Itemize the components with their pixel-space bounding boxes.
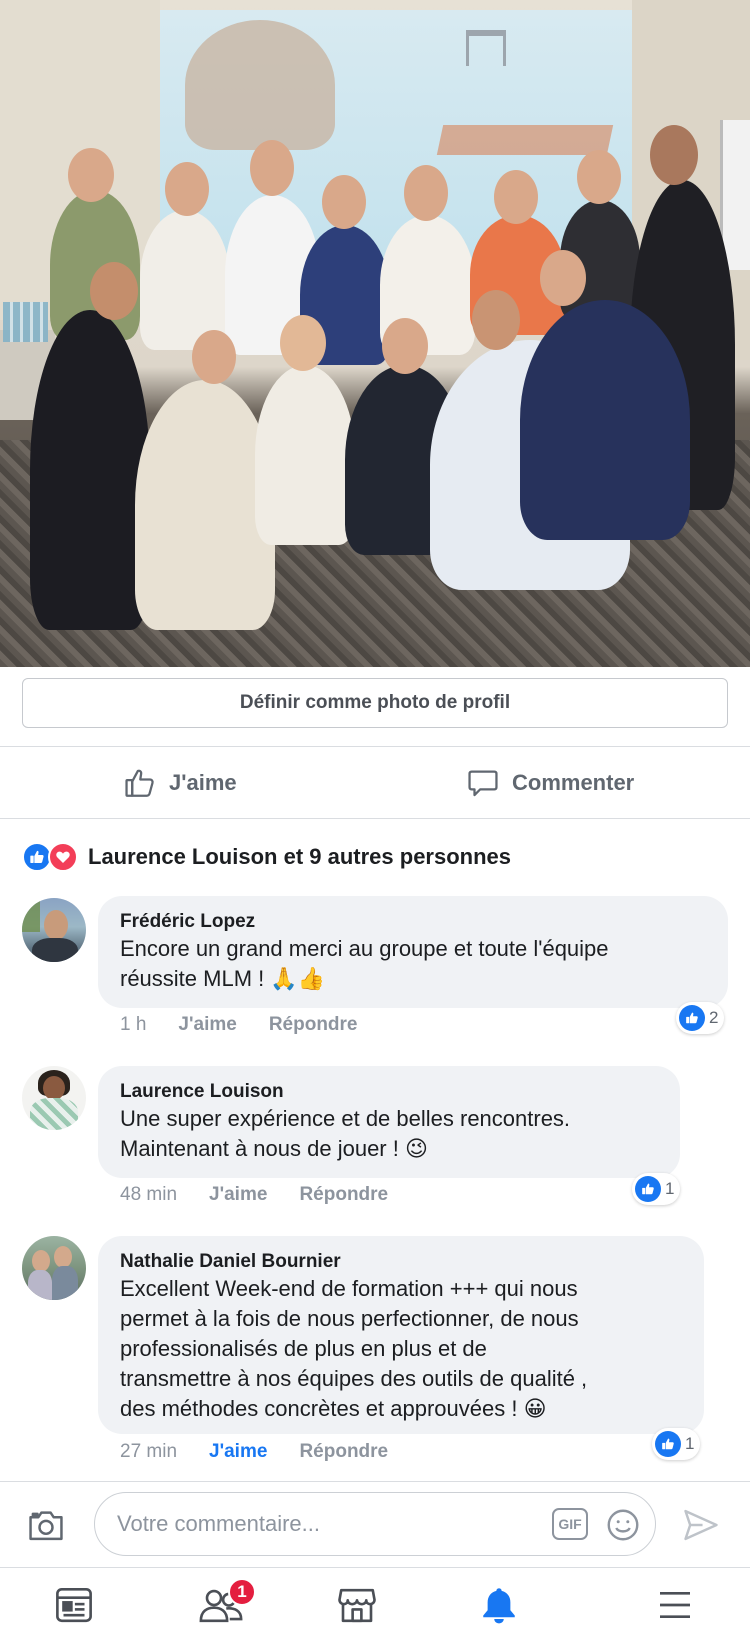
comment-text-line: professionalisés de plus en plus et de (120, 1336, 487, 1361)
comment-text-line: Excellent Week-end de formation +++ qui … (120, 1276, 578, 1301)
photo-projected-speaker (185, 20, 335, 150)
comment-text-line: transmettre à nos équipes des outils de … (120, 1366, 588, 1391)
photo-face (192, 330, 236, 384)
photo-face (404, 165, 448, 221)
comment-reply-link[interactable]: Répondre (299, 1184, 388, 1206)
comment-button-label: Commenter (512, 770, 635, 795)
friends-notification-badge: 1 (228, 1578, 256, 1606)
sticker-smiley-icon[interactable] (605, 1507, 641, 1543)
photo-person (255, 365, 355, 545)
camera-icon[interactable] (27, 1508, 65, 1542)
comment-like-link[interactable]: J'aime (178, 1014, 236, 1036)
comment-time: 27 min (120, 1441, 178, 1462)
divider (0, 746, 750, 747)
like-button[interactable]: J'aime (123, 760, 237, 806)
comment-bubble[interactable]: Nathalie Daniel Bournier Excellent Week-… (98, 1236, 704, 1434)
divider (0, 818, 750, 819)
commenter-avatar[interactable] (22, 898, 86, 962)
commenter-avatar[interactable] (22, 1066, 86, 1130)
notifications-bell-icon[interactable] (478, 1584, 520, 1626)
photo-face (540, 250, 586, 306)
photo-face (280, 315, 326, 371)
news-feed-icon[interactable] (53, 1584, 95, 1626)
photo-logo-mark (466, 30, 506, 66)
menu-hamburger-icon[interactable] (655, 1584, 695, 1626)
comment-text-line: Encore un grand merci au groupe et toute… (120, 936, 609, 961)
marketplace-icon[interactable] (336, 1584, 378, 1626)
comment-like-count[interactable]: 1 (652, 1428, 701, 1460)
comment-bubble[interactable]: Frédéric Lopez Encore un grand merci au … (98, 896, 728, 1008)
like-reaction-icon (635, 1176, 661, 1202)
bottom-tab-bar: 1 (0, 1568, 750, 1645)
comment-input[interactable] (117, 1505, 517, 1543)
like-count-value: 2 (709, 1008, 719, 1027)
photo-person (30, 310, 150, 630)
post-photo[interactable] (0, 0, 750, 667)
gif-button[interactable]: GIF (552, 1508, 588, 1540)
comment-time: 48 min (120, 1184, 178, 1205)
set-as-profile-photo-button[interactable]: Définir comme photo de profil (22, 678, 728, 728)
photo-face (577, 150, 621, 204)
comment-like-count[interactable]: 2 (676, 1002, 725, 1034)
like-reaction-icon (655, 1431, 681, 1457)
like-count-value: 1 (685, 1434, 695, 1453)
photo-face (165, 162, 209, 216)
comment-meta: 48 min J'aime Répondre (120, 1184, 388, 1206)
photo-person (135, 380, 275, 630)
comment-text-line: Une super expérience et de belles rencon… (120, 1106, 571, 1131)
comment-time: 1 h (120, 1014, 147, 1035)
photo-person (140, 210, 230, 350)
like-count-value: 1 (665, 1179, 675, 1198)
photo-face (322, 175, 366, 229)
photo-face (250, 140, 294, 196)
comment-reply-link[interactable]: Répondre (299, 1441, 388, 1463)
photo-face (650, 125, 698, 185)
photo-banner (436, 125, 614, 155)
comment-author[interactable]: Frédéric Lopez (120, 910, 706, 934)
comment-like-link[interactable]: J'aime (209, 1441, 267, 1463)
comment-like-count[interactable]: 1 (632, 1173, 681, 1205)
comment-author[interactable]: Nathalie Daniel Bournier (120, 1250, 682, 1274)
like-reaction-icon (679, 1005, 705, 1031)
comment-meta: 1 h J'aime Répondre (120, 1014, 358, 1036)
comment-text-line: Maintenant à nous de jouer ! 😉 (120, 1136, 428, 1161)
thumbs-up-icon (125, 769, 154, 797)
photo-face (68, 148, 114, 202)
comment-input-container[interactable]: GIF (94, 1492, 656, 1556)
comment-button[interactable]: Commenter (466, 760, 634, 806)
send-icon[interactable] (682, 1508, 720, 1542)
photo-face (472, 290, 520, 350)
love-reaction-icon (48, 842, 78, 872)
comment-author[interactable]: Laurence Louison (120, 1080, 658, 1104)
comment-reply-link[interactable]: Répondre (269, 1014, 358, 1036)
comment-like-link[interactable]: J'aime (209, 1184, 267, 1206)
comment-meta: 27 min J'aime Répondre (120, 1441, 388, 1463)
photo-face (494, 170, 538, 224)
commenter-avatar[interactable] (22, 1236, 86, 1300)
comment-text-line: permet à la fois de nous perfectionner, … (120, 1306, 579, 1331)
comment-bubble[interactable]: Laurence Louison Une super expérience et… (98, 1066, 680, 1178)
comment-text-line: des méthodes concrètes et approuvées ! 😀 (120, 1396, 547, 1421)
comment-icon (468, 770, 498, 797)
reactions-summary[interactable]: Laurence Louison et 9 autres personnes (22, 840, 511, 874)
photo-person (520, 300, 690, 540)
photo-face (90, 262, 138, 320)
like-button-label: J'aime (169, 770, 237, 795)
comment-text-line: réussite MLM ! 🙏👍 (120, 966, 326, 991)
reactions-summary-text: Laurence Louison et 9 autres personnes (88, 844, 512, 869)
photo-water-bottles (3, 302, 48, 342)
photo-face (382, 318, 428, 374)
reaction-icons (22, 842, 82, 872)
comment-composer: GIF (0, 1482, 750, 1568)
